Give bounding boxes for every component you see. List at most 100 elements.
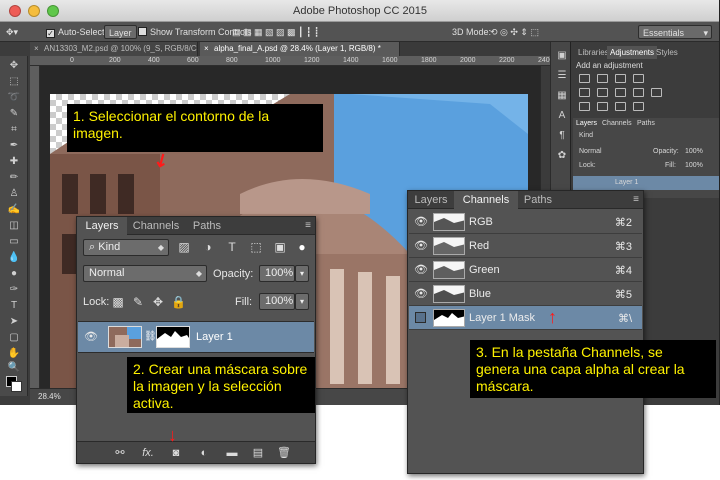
- docked-blend-mode[interactable]: Normal: [579, 148, 602, 155]
- lock-position-icon[interactable]: ✥: [151, 295, 165, 309]
- adjustment-filter-icon[interactable]: ◑: [201, 240, 215, 254]
- layer-row[interactable]: 👁 ⛓ Layer 1: [78, 321, 314, 353]
- layer-mask-thumbnail[interactable]: [156, 326, 190, 348]
- kind-filter-dropdown[interactable]: ⌕ Kind ◆: [83, 239, 169, 256]
- eraser-tool-icon[interactable]: ◫: [6, 220, 22, 232]
- close-tab-icon[interactable]: ×: [34, 42, 39, 56]
- invert-icon[interactable]: [579, 102, 590, 111]
- opacity-slider-toggle[interactable]: ▾: [295, 265, 309, 282]
- gradient-map-icon[interactable]: [633, 102, 644, 111]
- new-layer-icon[interactable]: ▤: [251, 446, 265, 460]
- eyedropper-tool-icon[interactable]: ✒: [6, 140, 22, 152]
- doc-tab-1[interactable]: ×AN13303_M2.psd @ 100% (9_S, RGB/8/CMYK): [30, 42, 198, 56]
- visibility-eye-icon[interactable]: 👁: [414, 287, 428, 301]
- threshold-icon[interactable]: [615, 102, 626, 111]
- tab-channels[interactable]: Channels: [127, 217, 185, 235]
- docked-layer-row[interactable]: Layer 1: [573, 176, 719, 190]
- shape-tool-icon[interactable]: ▢: [6, 332, 22, 344]
- fill-slider-toggle[interactable]: ▾: [295, 293, 309, 310]
- crop-tool-icon[interactable]: ⌗: [6, 124, 22, 136]
- pixel-filter-icon[interactable]: ▨: [177, 240, 191, 254]
- visibility-eye-icon[interactable]: 👁: [414, 215, 428, 229]
- pen-tool-icon[interactable]: ✑: [6, 284, 22, 296]
- gradient-tool-icon[interactable]: ▭: [6, 236, 22, 248]
- background-color-swatch[interactable]: [11, 381, 22, 392]
- type-filter-icon[interactable]: T: [225, 240, 239, 254]
- move-tool-icon[interactable]: ✥: [6, 60, 22, 72]
- zoom-tool-icon[interactable]: 🔍: [6, 362, 22, 374]
- shape-filter-icon[interactable]: ⬚: [249, 240, 263, 254]
- black-white-icon[interactable]: [633, 88, 644, 97]
- docked-kind-filter[interactable]: Kind: [579, 132, 593, 139]
- move-tool-icon[interactable]: ✥▾: [6, 25, 18, 39]
- tab-paths[interactable]: Paths: [185, 217, 229, 235]
- panel-menu-icon[interactable]: ≡: [305, 220, 311, 231]
- align-icons[interactable]: ▤ ▥ ▦ ▧ ▨ ▩ ┃ ┇ ┋: [232, 25, 319, 39]
- mode-3d-icons[interactable]: ⟲ ◎ ✣ ⇕ ⬚: [490, 25, 539, 39]
- blur-tool-icon[interactable]: 💧: [6, 252, 22, 264]
- layer-thumbnail[interactable]: [108, 326, 142, 348]
- mask-link-icon[interactable]: ⛓: [144, 331, 157, 342]
- channel-row-blue[interactable]: 👁 Blue ⌘5: [409, 282, 642, 306]
- paragraph-panel-icon[interactable]: ¶: [554, 130, 570, 142]
- tab-adjustments[interactable]: Adjustments: [607, 46, 658, 59]
- workspace-switcher[interactable]: Essentials ▾: [638, 25, 712, 39]
- color-balance-icon[interactable]: [615, 88, 626, 97]
- new-group-icon[interactable]: ▬: [225, 446, 239, 460]
- blend-mode-dropdown[interactable]: Normal ◆: [83, 265, 207, 282]
- lock-all-icon[interactable]: 🔒: [171, 295, 186, 309]
- photo-filter-icon[interactable]: [651, 88, 662, 97]
- filter-toggle-icon[interactable]: ●: [295, 240, 309, 254]
- tab-layers[interactable]: Layers: [408, 191, 454, 209]
- brush-tool-icon[interactable]: ✏: [6, 172, 22, 184]
- auto-select-dropdown[interactable]: Layer: [104, 25, 137, 39]
- history-brush-tool-icon[interactable]: ✍: [6, 204, 22, 216]
- visibility-eye-icon[interactable]: 👁: [84, 330, 98, 344]
- adjustment-layer-icon[interactable]: ◐: [197, 446, 211, 460]
- curves-icon[interactable]: [615, 74, 626, 83]
- smart-object-filter-icon[interactable]: ▣: [273, 240, 287, 254]
- tab-styles[interactable]: Styles: [653, 46, 681, 59]
- tab-paths[interactable]: Paths: [518, 191, 558, 209]
- channel-row-green[interactable]: 👁 Green ⌘4: [409, 258, 642, 282]
- channel-row-rgb[interactable]: 👁 RGB ⌘2: [409, 210, 642, 234]
- docked-tab-layers[interactable]: Layers: [576, 120, 597, 127]
- channel-row-layer-mask[interactable]: Layer 1 Mask ⌘\: [409, 306, 642, 330]
- visibility-box[interactable]: [415, 312, 426, 323]
- exposure-icon[interactable]: [633, 74, 644, 83]
- close-tab-icon[interactable]: ×: [204, 42, 209, 56]
- healing-tool-icon[interactable]: ✚: [6, 156, 22, 168]
- lasso-tool-icon[interactable]: ➰: [6, 92, 22, 104]
- properties-panel-icon[interactable]: ☰: [554, 70, 570, 82]
- docked-tab-channels[interactable]: Channels: [602, 120, 632, 127]
- tab-channels[interactable]: Channels: [454, 191, 518, 209]
- type-tool-icon[interactable]: T: [6, 300, 22, 312]
- add-mask-icon[interactable]: ◙: [169, 446, 183, 460]
- hand-tool-icon[interactable]: ✋: [6, 348, 22, 360]
- trash-icon[interactable]: 🗑: [277, 446, 291, 460]
- panel-menu-icon[interactable]: ≡: [633, 194, 639, 205]
- vibrance-icon[interactable]: [579, 88, 590, 97]
- lock-pixels-icon[interactable]: ✎: [131, 295, 145, 309]
- lock-transparency-icon[interactable]: ▩: [111, 295, 125, 309]
- layer-name[interactable]: Layer 1: [196, 331, 233, 343]
- tab-layers[interactable]: Layers: [77, 217, 127, 235]
- stamp-tool-icon[interactable]: ♙: [6, 188, 22, 200]
- docked-opacity-value[interactable]: 100%: [685, 148, 703, 155]
- swatches-panel-icon[interactable]: ▦: [554, 90, 570, 102]
- history-panel-icon[interactable]: ▣: [554, 50, 570, 62]
- visibility-eye-icon[interactable]: 👁: [414, 239, 428, 253]
- quick-select-tool-icon[interactable]: ✎: [6, 108, 22, 120]
- layer-style-fx-icon[interactable]: fx.: [141, 446, 155, 460]
- channel-row-red[interactable]: 👁 Red ⌘3: [409, 234, 642, 258]
- marquee-tool-icon[interactable]: ⬚: [6, 76, 22, 88]
- visibility-eye-icon[interactable]: 👁: [414, 263, 428, 277]
- brightness-icon[interactable]: [579, 74, 590, 83]
- character-panel-icon[interactable]: A: [554, 110, 570, 122]
- levels-icon[interactable]: [597, 74, 608, 83]
- posterize-icon[interactable]: [597, 102, 608, 111]
- opacity-input[interactable]: 100%: [259, 265, 295, 282]
- fill-input[interactable]: 100%: [259, 293, 295, 310]
- brush-panel-icon[interactable]: ✿: [554, 150, 570, 162]
- docked-tab-paths[interactable]: Paths: [637, 120, 655, 127]
